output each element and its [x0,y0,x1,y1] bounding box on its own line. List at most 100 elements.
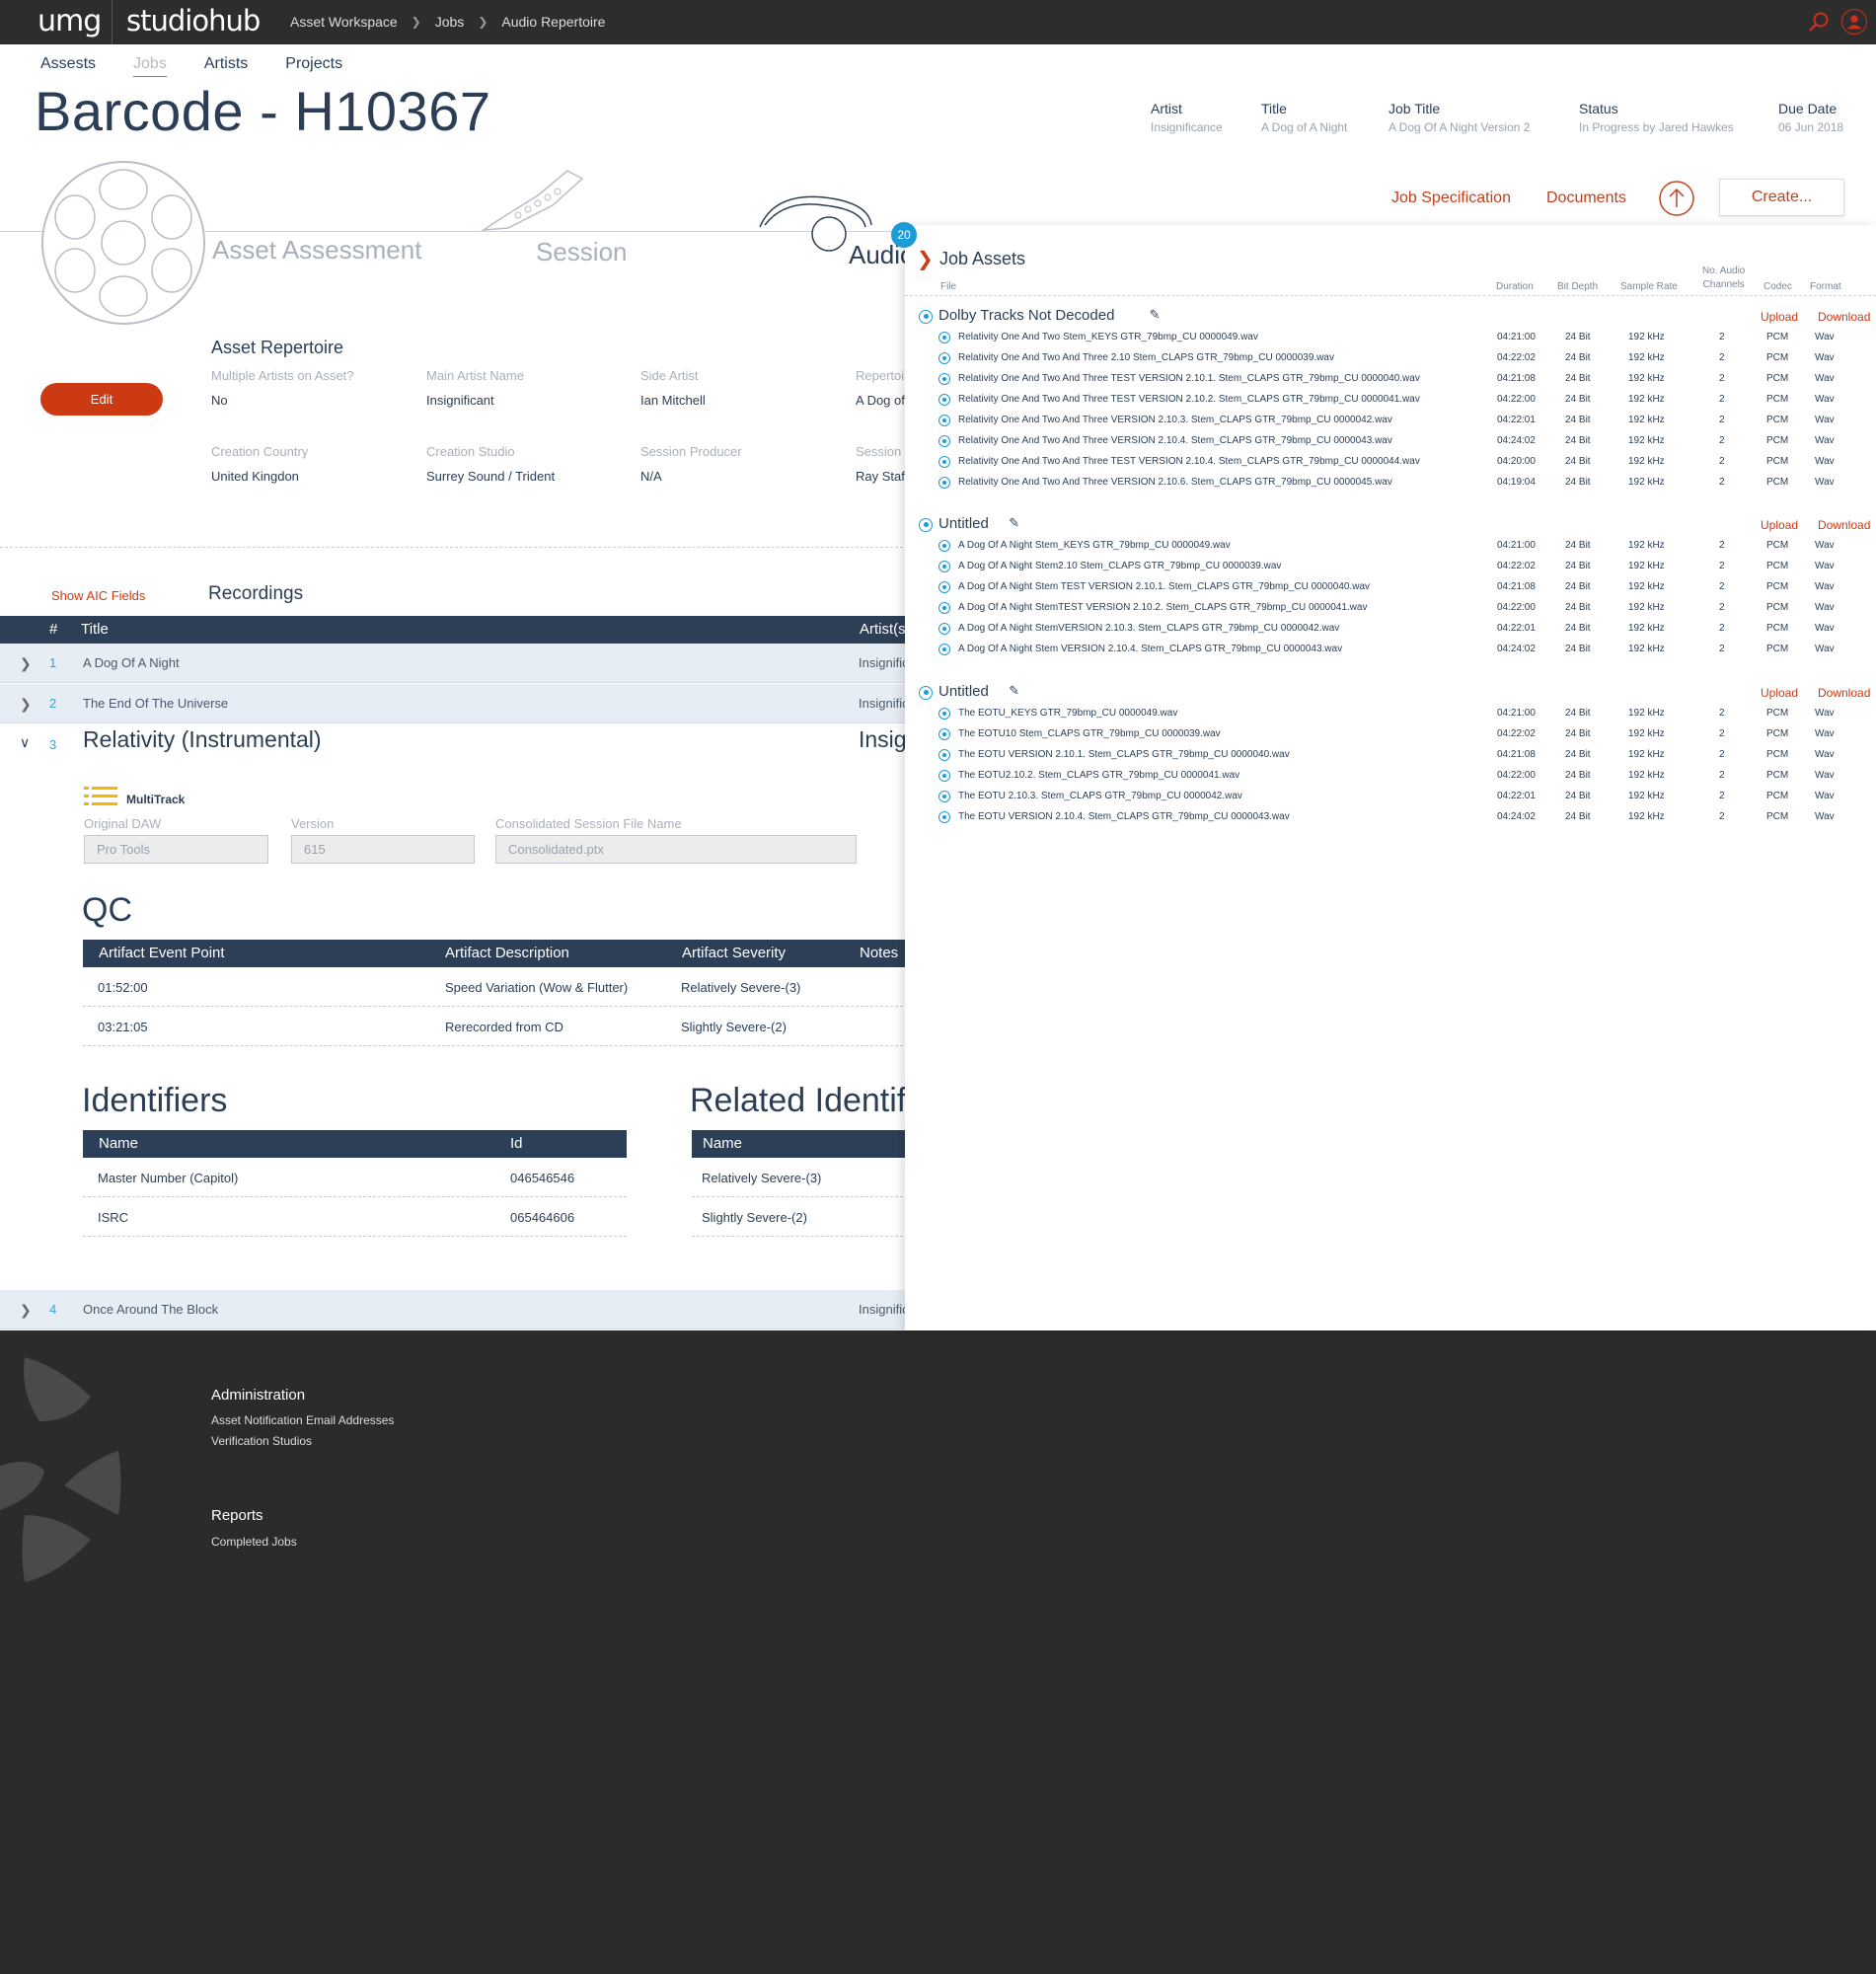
pencil-icon[interactable]: ✎ [1150,307,1161,323]
file-row[interactable]: Relativity One And Two And Three VERSION… [905,432,1876,453]
version-label: Version [291,816,335,831]
create-button[interactable]: Create... [1719,179,1844,216]
file-bit-depth: 24 Bit [1565,728,1591,740]
file-format: Wav [1815,708,1835,719]
col-bit-depth: Bit Depth [1557,281,1599,292]
file-row[interactable]: The EOTU VERSION 2.10.1. Stem_CLAPS GTR_… [905,746,1876,767]
file-channels: 2 [1719,435,1725,447]
file-row[interactable]: The EOTU2.10.2. Stem_CLAPS GTR_79bmp_CU … [905,767,1876,788]
file-row[interactable]: A Dog Of A Night StemTEST VERSION 2.10.2… [905,599,1876,620]
file-row[interactable]: Relativity One And Two And Three 2.10 St… [905,349,1876,370]
file-name: The EOTU_KEYS GTR_79bmp_CU 0000049.wav [958,708,1178,719]
table-row[interactable]: ❯ 2 The End Of The Universe Insignifican… [0,684,937,723]
chevron-right-icon[interactable]: ❯ [20,696,32,713]
group-toggle-icon[interactable] [919,310,933,324]
col-duration: Duration [1496,281,1534,292]
umg-logo[interactable]: umg [38,4,102,38]
file-duration: 04:22:00 [1497,394,1536,406]
table-row-expanded[interactable]: ∨ 3 Relativity (Instrumental) Insignific… [0,724,996,764]
file-row[interactable]: Relativity One And Two And Three TEST VE… [905,370,1876,391]
upload-link[interactable]: Upload [1761,310,1798,324]
table-row[interactable]: ❯ 1 A Dog Of A Night Insignificance [0,644,937,683]
group-toggle-icon[interactable] [919,518,933,532]
file-codec: PCM [1766,708,1789,719]
file-name: Relativity One And Two And Three TEST VE… [958,373,1420,385]
file-row[interactable]: The EOTU_KEYS GTR_79bmp_CU 0000049.wav 04… [905,705,1876,725]
file-codec: PCM [1766,581,1789,593]
file-row[interactable]: A Dog Of A Night Stem2.10 Stem_CLAPS GTR… [905,558,1876,578]
chevron-down-icon[interactable]: ∨ [20,734,30,751]
tab-projects[interactable]: Projects [285,55,342,77]
file-bit-depth: 24 Bit [1565,811,1591,823]
recordings-table-header: # Title Artist(s) [0,616,911,644]
upload-link[interactable]: Upload [1761,686,1798,700]
file-format: Wav [1815,791,1835,802]
download-link[interactable]: Download [1818,310,1870,324]
file-channels: 2 [1719,728,1725,740]
file-channels: 2 [1719,373,1725,385]
tab-assests[interactable]: Assests [40,55,96,77]
consolidated-file-field[interactable]: Consolidated.ptx [495,835,857,864]
file-row[interactable]: A Dog Of A Night Stem VERSION 2.10.4. St… [905,641,1876,661]
chevron-right-icon[interactable]: ❯ [917,247,934,271]
file-row[interactable]: The EOTU10 Stem_CLAPS GTR_79bmp_CU 00000… [905,725,1876,746]
job-specification-link[interactable]: Job Specification [1391,190,1511,207]
file-name: The EOTU10 Stem_CLAPS GTR_79bmp_CU 00000… [958,728,1221,740]
studiohub-logo[interactable]: studiohub [126,4,261,38]
edit-button[interactable]: Edit [40,383,163,416]
tab-artists[interactable]: Artists [204,55,248,77]
file-name: A Dog Of A Night Stem2.10 Stem_CLAPS GTR… [958,561,1282,572]
file-row[interactable]: A Dog Of A Night Stem_KEYS GTR_79bmp_CU … [905,537,1876,558]
download-link[interactable]: Download [1818,518,1870,532]
file-format: Wav [1815,561,1835,572]
file-row[interactable]: Relativity One And Two And Three VERSION… [905,474,1876,494]
file-row[interactable]: The EOTU VERSION 2.10.4. Stem_CLAPS GTR_… [905,808,1876,829]
table-row[interactable]: ❯ 4 Once Around The Block Insignificance [0,1290,937,1329]
download-link[interactable]: Download [1818,686,1870,700]
file-duration: 04:22:01 [1497,791,1536,802]
file-row[interactable]: A Dog Of A Night StemVERSION 2.10.3. Ste… [905,620,1876,641]
table-row: ISRC 065464606 [83,1197,627,1237]
group-toggle-icon[interactable] [919,686,933,700]
stage-asset-assessment[interactable]: Asset Assessment [212,235,421,266]
chevron-right-icon: ❯ [478,15,488,29]
file-row[interactable]: Relativity One And Two Stem_KEYS GTR_79b… [905,329,1876,349]
table-row: Master Number (Capitol) 046546546 [83,1158,627,1197]
file-codec: PCM [1766,435,1789,447]
footer-link-notification-emails[interactable]: Asset Notification Email Addresses [211,1413,394,1427]
asset-count-badge: 20 [891,222,917,248]
job-assets-panel: ❯ Job Assets File Duration Bit Depth Sam… [905,225,1876,1330]
version-field[interactable]: 615 [291,835,475,864]
pencil-icon[interactable]: ✎ [1009,683,1019,699]
chevron-right-icon[interactable]: ❯ [20,1302,32,1319]
breadcrumb-audio-repertoire[interactable]: Audio Repertoire [501,14,605,30]
file-name: A Dog Of A Night Stem TEST VERSION 2.10.… [958,581,1371,593]
file-row[interactable]: The EOTU 2.10.3. Stem_CLAPS GTR_79bmp_CU… [905,788,1876,808]
documents-link[interactable]: Documents [1546,190,1626,207]
upload-link[interactable]: Upload [1761,518,1798,532]
footer-link-verification-studios[interactable]: Verification Studios [211,1434,312,1448]
file-status-icon [938,770,950,783]
file-bit-depth: 24 Bit [1565,561,1591,572]
breadcrumb-jobs[interactable]: Jobs [435,14,465,30]
file-duration: 04:19:04 [1497,477,1536,489]
search-icon[interactable] [1808,11,1830,33]
field-multiple-artists: Multiple Artists on Asset? No [211,368,354,408]
upload-icon[interactable] [1658,180,1695,217]
chevron-right-icon[interactable]: ❯ [20,655,32,672]
breadcrumb-asset-workspace[interactable]: Asset Workspace [290,14,398,30]
file-row[interactable]: A Dog Of A Night Stem TEST VERSION 2.10.… [905,578,1876,599]
user-icon[interactable] [1841,9,1867,35]
show-aic-fields-link[interactable]: Show AIC Fields [51,588,145,603]
stage-session[interactable]: Session [536,237,628,267]
file-row[interactable]: Relativity One And Two And Three VERSION… [905,412,1876,432]
file-row[interactable]: Relativity One And Two And Three TEST VE… [905,453,1876,474]
file-bit-depth: 24 Bit [1565,540,1591,551]
group-title: Dolby Tracks Not Decoded [938,307,1115,324]
original-daw-field[interactable]: Pro Tools [84,835,268,864]
tab-jobs[interactable]: Jobs [133,55,167,77]
file-row[interactable]: Relativity One And Two And Three TEST VE… [905,391,1876,412]
pencil-icon[interactable]: ✎ [1009,515,1019,531]
file-status-icon [938,728,950,741]
footer-link-completed-jobs[interactable]: Completed Jobs [211,1535,297,1549]
